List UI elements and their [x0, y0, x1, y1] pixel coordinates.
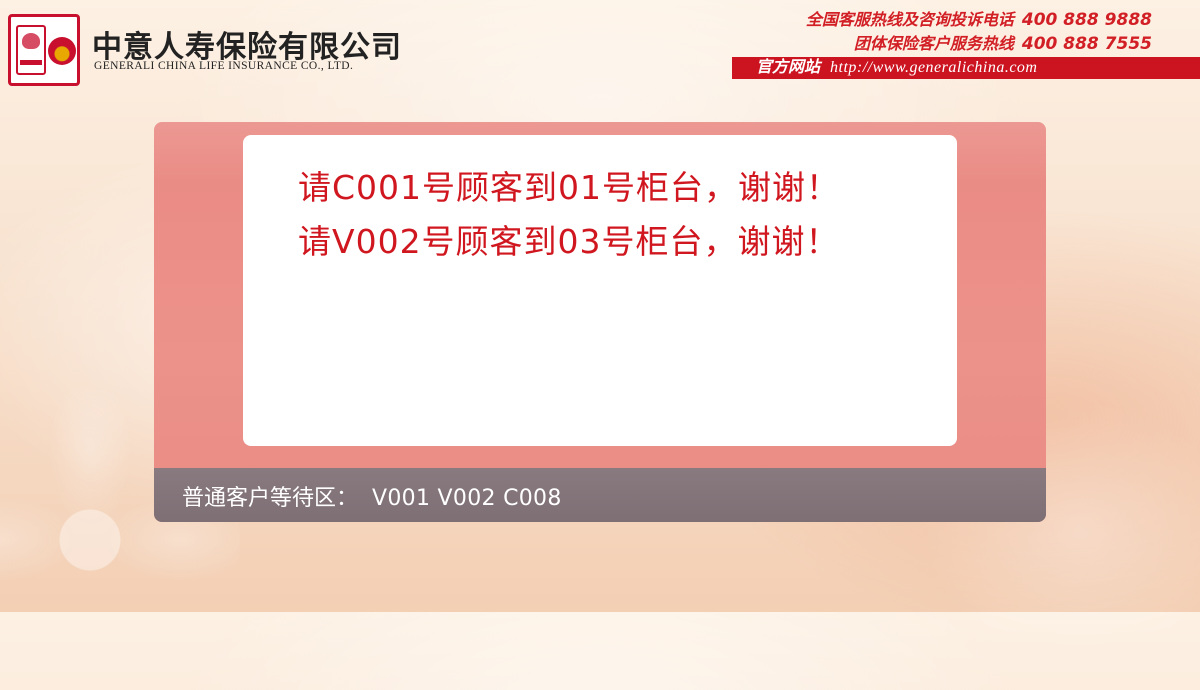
queue-call-board: 请C001号顾客到01号柜台，谢谢！ 请V002号顾客到03号柜台，谢谢！ 普通…: [154, 122, 1046, 522]
hotline-national-number: 400 888 9888: [1021, 10, 1152, 30]
hotline-group-label: 团体保险客户服务热线: [853, 34, 1014, 53]
cnpc-emblem-icon: [48, 37, 76, 65]
website-label: 官方网站: [756, 59, 821, 76]
hotline-national-label: 全国客服热线及咨询投诉电话: [805, 10, 1014, 29]
call-display-screen: 请C001号顾客到01号柜台，谢谢！ 请V002号顾客到03号柜台，谢谢！: [243, 135, 957, 446]
website-info: 官方网站 http://www.generalichina.com: [756, 58, 1037, 78]
call-message-1: 请C001号顾客到01号柜台，谢谢！: [298, 168, 841, 207]
waiting-area-label: 普通客户等待区：: [182, 486, 359, 511]
generali-lion-icon: [16, 25, 46, 75]
waiting-area-bar: 普通客户等待区： V001 V002 C008: [154, 468, 1046, 522]
hotline-group: 团体保险客户服务热线 400 888 7555: [854, 30, 1152, 54]
hotline-group-number: 400 888 7555: [1021, 34, 1152, 54]
waiting-queue-numbers: V001 V002 C008: [372, 486, 562, 511]
website-url: http://www.generalichina.com: [830, 59, 1038, 76]
company-name-en: GENERALI CHINA LIFE INSURANCE CO., LTD.: [94, 60, 354, 72]
waiting-area-info: 普通客户等待区： V001 V002 C008: [182, 480, 562, 512]
hotline-national: 全国客服热线及咨询投诉电话 400 888 9888: [806, 6, 1152, 30]
call-message-2: 请V002号顾客到03号柜台，谢谢！: [298, 222, 840, 261]
company-logo-icon: [8, 14, 80, 86]
